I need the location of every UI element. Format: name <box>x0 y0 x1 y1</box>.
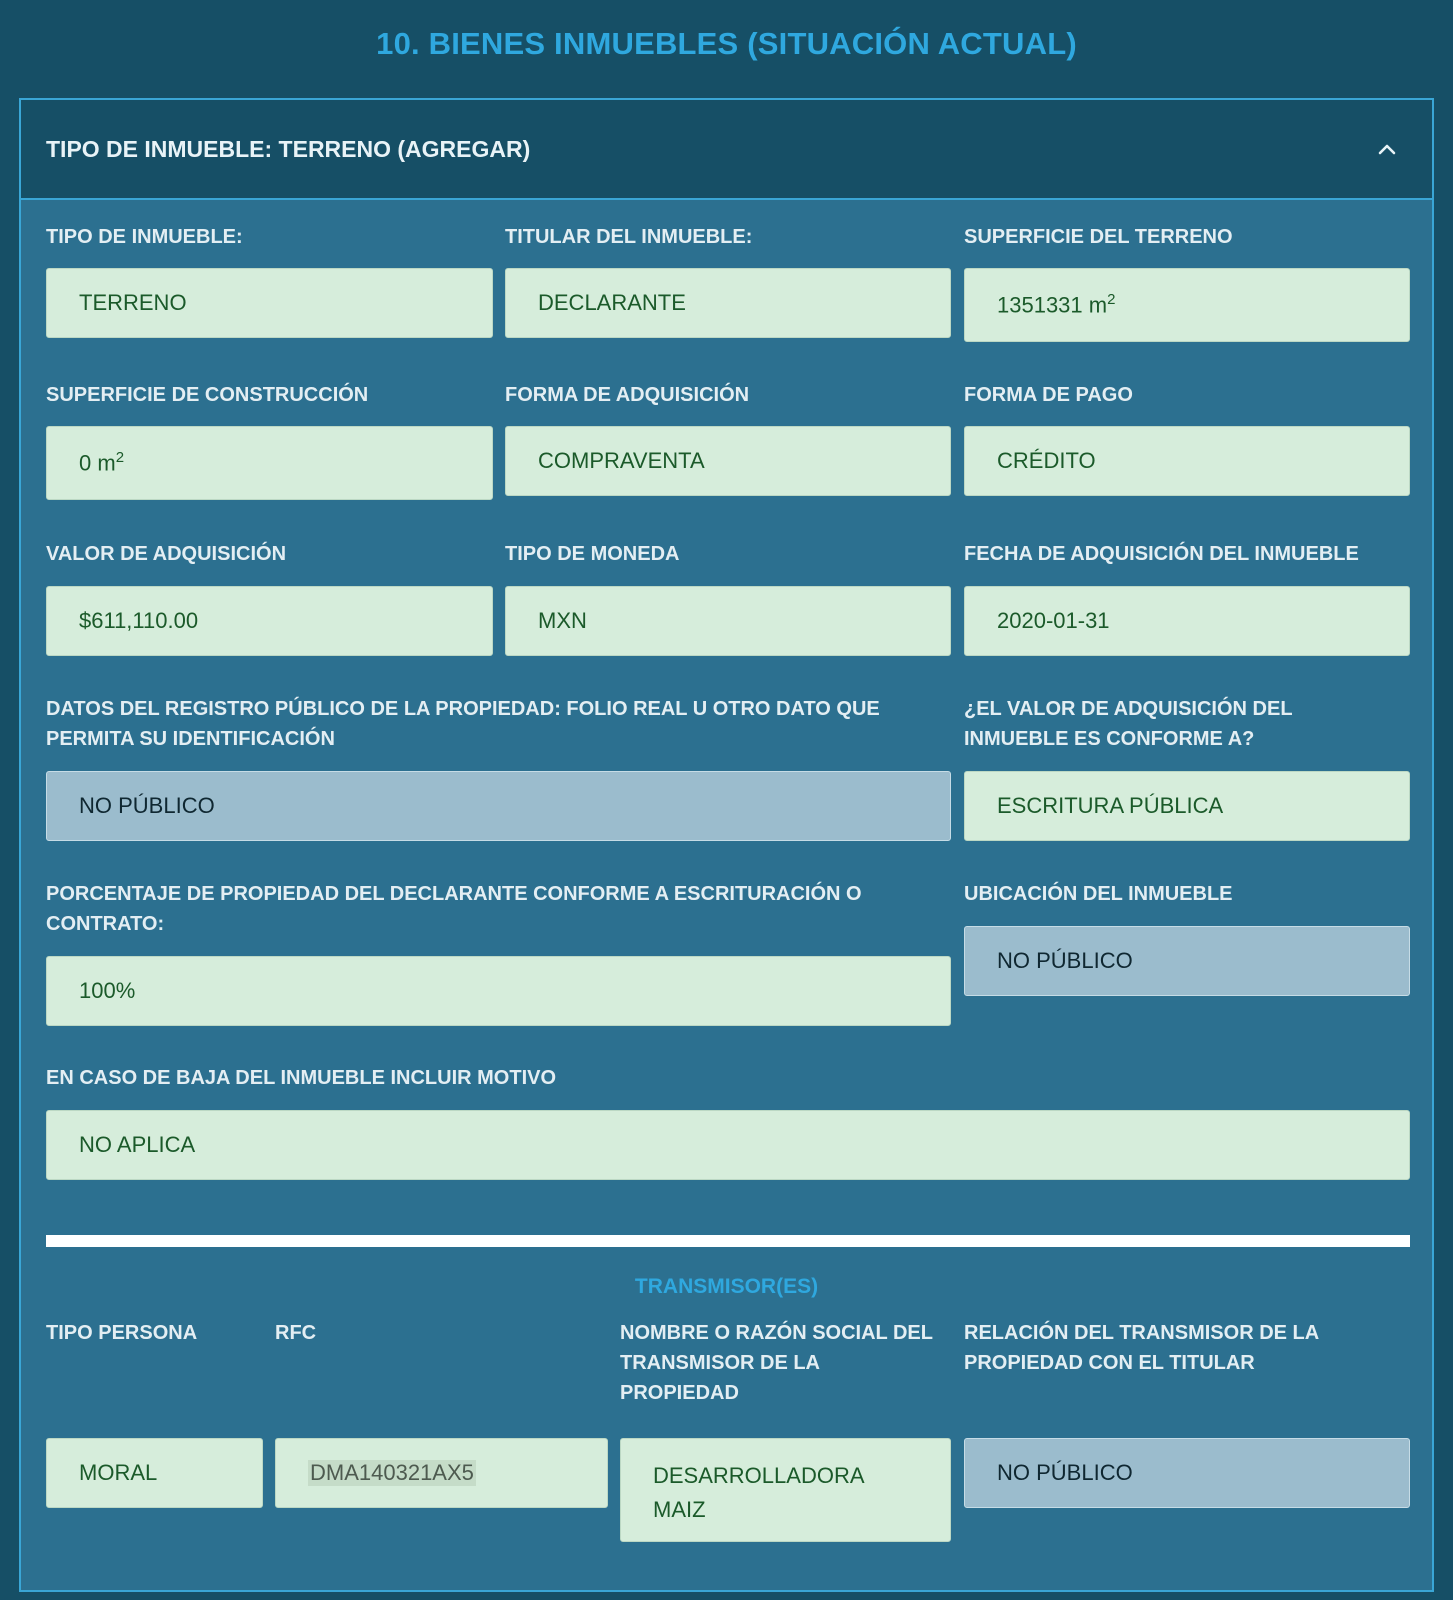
tipo-moneda-field: MXN <box>505 586 951 656</box>
valor-conforme-label: ¿EL VALOR DE ADQUISICIÓN DEL INMUEBLE ES… <box>964 698 1293 750</box>
rfc-header: RFC <box>275 1322 317 1344</box>
nombre-transmisor-field: DESARROLLADORA MAIZ <box>620 1438 951 1542</box>
porcentaje-label: PORCENTAJE DE PROPIEDAD DEL DECLARANTE C… <box>46 883 862 935</box>
forma-adquisicion-field: COMPRAVENTA <box>505 426 951 496</box>
valor-adquisicion-field: $611,110.00 <box>46 586 493 656</box>
page-title: 10. BIENES INMUEBLES (SITUACIÓN ACTUAL) <box>376 26 1077 61</box>
inmueble-panel: TIPO DE INMUEBLE: TERRENO (AGREGAR) TIPO… <box>19 98 1434 1592</box>
registro-publico-field: NO PÚBLICO <box>46 771 951 841</box>
fecha-adquisicion-field: 2020-01-31 <box>964 586 1410 656</box>
forma-adquisicion-label: FORMA DE ADQUISICIÓN <box>505 384 750 406</box>
inmueble-panel-header[interactable]: TIPO DE INMUEBLE: TERRENO (AGREGAR) <box>21 100 1432 200</box>
porcentaje-field: 100% <box>46 956 951 1026</box>
forma-pago-label: FORMA DE PAGO <box>964 384 1133 406</box>
relacion-transmisor-header: RELACIÓN DEL TRANSMISOR DE LA PROPIEDAD … <box>964 1322 1320 1374</box>
registro-publico-label: DATOS DEL REGISTRO PÚBLICO DE LA PROPIED… <box>46 698 880 750</box>
valor-adquisicion-label: VALOR DE ADQUISICIÓN <box>46 543 287 565</box>
superficie-construccion-field: 0 m2 <box>46 426 493 500</box>
tipo-moneda-label: TIPO DE MONEDA <box>505 543 680 565</box>
rfc-field: DMA140321AX5 <box>275 1438 608 1508</box>
ubicacion-field: NO PÚBLICO <box>964 926 1410 996</box>
nombre-transmisor-header: NOMBRE O RAZÓN SOCIAL DEL TRANSMISOR DE … <box>620 1322 933 1404</box>
titular-field: DECLARANTE <box>505 268 951 338</box>
motivo-baja-label: EN CASO DE BAJA DEL INMUEBLE INCLUIR MOT… <box>46 1067 557 1089</box>
valor-conforme-field: ESCRITURA PÚBLICA <box>964 771 1410 841</box>
superficie-terreno-label: SUPERFICIE DEL TERRENO <box>964 226 1233 248</box>
titular-label: TITULAR DEL INMUEBLE: <box>505 226 753 248</box>
tipo-inmueble-field: TERRENO <box>46 268 493 338</box>
panel-header-title: TIPO DE INMUEBLE: TERRENO (AGREGAR) <box>46 136 531 162</box>
superficie-terreno-field: 1351331 m2 <box>964 268 1410 342</box>
transmisores-title: TRANSMISOR(ES) <box>634 1275 819 1298</box>
forma-pago-field: CRÉDITO <box>964 426 1410 496</box>
tipo-inmueble-label: TIPO DE INMUEBLE: <box>46 226 243 248</box>
tipo-persona-field: MORAL <box>46 1438 263 1508</box>
relacion-transmisor-field: NO PÚBLICO <box>964 1438 1410 1508</box>
fecha-adquisicion-label: FECHA DE ADQUISICIÓN DEL INMUEBLE <box>964 543 1359 565</box>
superficie-construccion-label: SUPERFICIE DE CONSTRUCCIÓN <box>46 384 369 406</box>
section-divider <box>46 1235 1410 1247</box>
tipo-persona-header: TIPO PERSONA <box>46 1322 198 1344</box>
ubicacion-label: UBICACIÓN DEL INMUEBLE <box>964 883 1233 905</box>
chevron-up-icon[interactable] <box>1378 140 1396 158</box>
motivo-baja-field: NO APLICA <box>46 1110 1410 1180</box>
